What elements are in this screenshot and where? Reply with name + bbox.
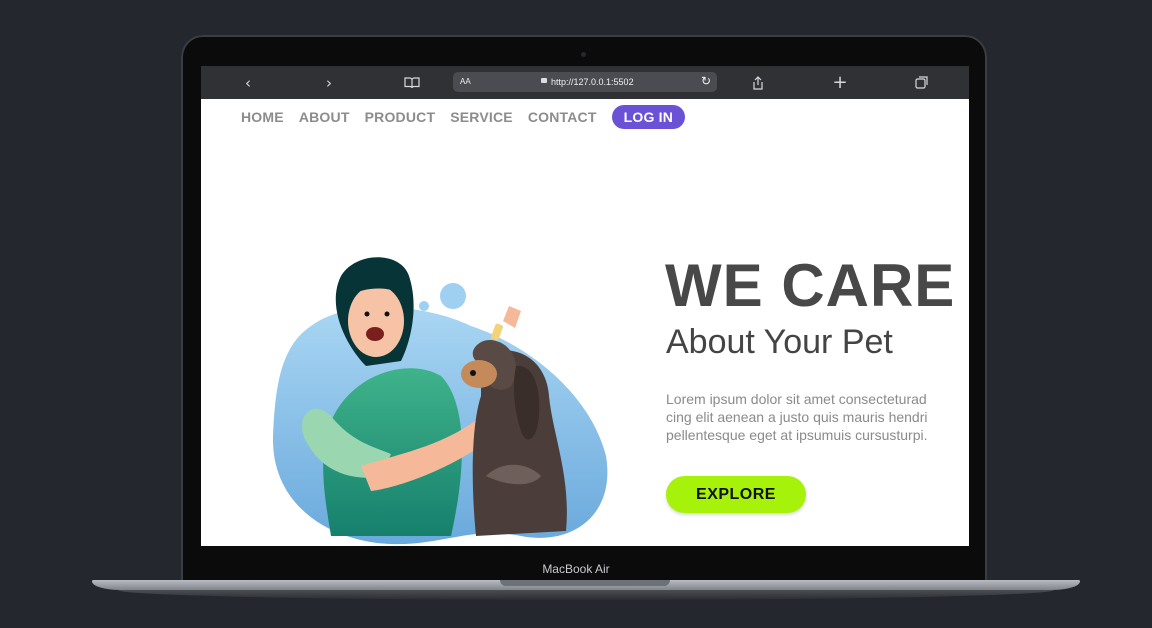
device-label: MacBook Air — [542, 562, 610, 576]
hero-title: WE CARE — [665, 252, 956, 319]
explore-button[interactable]: EXPLORE — [666, 476, 806, 513]
main-nav: HOME ABOUT PRODUCT SERVICE CONTACT LOG I… — [241, 105, 700, 129]
nav-contact[interactable]: CONTACT — [528, 109, 597, 125]
plus-icon[interactable]: + — [825, 66, 855, 99]
text-size-button[interactable]: AA — [460, 77, 471, 86]
tabs-icon[interactable] — [907, 66, 937, 99]
nav-service[interactable]: SERVICE — [450, 109, 513, 125]
login-button[interactable]: LOG IN — [611, 105, 686, 129]
vet-dog-illustration — [272, 257, 608, 545]
address-bar[interactable]: AA http://127.0.0.1:5502 ↻ — [453, 72, 717, 92]
hero-body: Lorem ipsum dolor sit amet consecteturad… — [666, 390, 969, 444]
hero-subtitle: About Your Pet — [666, 323, 893, 361]
share-icon[interactable] — [743, 66, 773, 99]
back-icon[interactable]: ‹ — [233, 66, 263, 99]
laptop-notch — [500, 580, 670, 586]
book-icon[interactable] — [397, 66, 427, 99]
nav-home[interactable]: HOME — [241, 109, 284, 125]
hero-body-line: Lorem ipsum dolor sit amet consecteturad — [666, 391, 927, 407]
hero-body-line: pellentesque eget at ipsumuis cursusturp… — [666, 427, 928, 443]
browser-toolbar: ‹ › AA http://127.0.0.1:5502 ↻ + — [201, 66, 969, 99]
forward-icon[interactable]: › — [314, 66, 344, 99]
camera-dot — [581, 52, 586, 57]
url-text[interactable]: http://127.0.0.1:5502 — [551, 77, 634, 87]
nav-about[interactable]: ABOUT — [299, 109, 350, 125]
hero-body-line: cing elit aenean a justo quis mauris hen… — [666, 409, 928, 425]
reload-icon[interactable]: ↻ — [701, 74, 711, 88]
browser-screen: ‹ › AA http://127.0.0.1:5502 ↻ + HOME AB… — [201, 66, 969, 546]
nav-product[interactable]: PRODUCT — [365, 109, 436, 125]
laptop-base-shadow — [118, 590, 1054, 600]
lock-icon — [541, 78, 547, 83]
